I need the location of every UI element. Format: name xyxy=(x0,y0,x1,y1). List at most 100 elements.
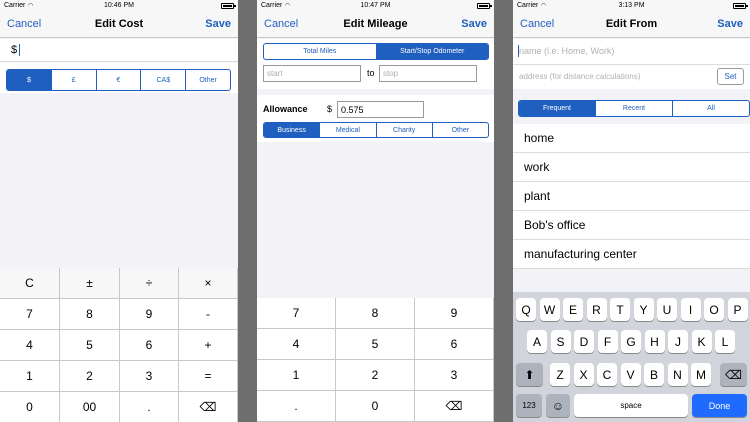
key-s[interactable]: S xyxy=(550,330,571,353)
save-button[interactable]: Save xyxy=(717,18,743,30)
key-o[interactable]: O xyxy=(704,298,724,321)
done-button[interactable]: Done xyxy=(692,394,747,417)
emoji-key[interactable]: ☺ xyxy=(546,394,570,417)
set-button[interactable]: Set xyxy=(717,68,744,85)
keypad-key[interactable]: . xyxy=(120,392,179,422)
space-bar[interactable]: space xyxy=(574,394,688,417)
currency-option[interactable]: $ xyxy=(7,70,52,90)
key-v[interactable]: V xyxy=(620,363,641,386)
currency-option[interactable]: € xyxy=(97,70,142,90)
delete-key[interactable]: ⌫ xyxy=(720,363,747,386)
tab-charity[interactable]: Charity xyxy=(377,123,433,137)
start-field[interactable]: start xyxy=(263,65,361,82)
keypad-key[interactable]: C xyxy=(0,268,60,299)
tab-start-stop-odometer[interactable]: Start/Stop Odometer xyxy=(376,44,488,59)
key-u[interactable]: U xyxy=(657,298,677,321)
key-k[interactable]: K xyxy=(691,330,712,353)
save-button[interactable]: Save xyxy=(461,18,487,30)
key-y[interactable]: Y xyxy=(633,298,654,321)
key-r[interactable]: R xyxy=(586,298,607,321)
key-z[interactable]: Z xyxy=(550,363,570,386)
location-item[interactable]: plant xyxy=(513,182,750,211)
battery-icon xyxy=(477,3,492,9)
keypad-key[interactable]: 0 xyxy=(0,392,60,422)
key-n[interactable]: N xyxy=(667,363,688,386)
keypad-key[interactable]: 9 xyxy=(120,299,179,330)
key-g[interactable]: G xyxy=(621,330,641,353)
keypad-key[interactable]: 4 xyxy=(257,329,336,360)
keypad-key[interactable]: 5 xyxy=(60,330,120,361)
keypad-key[interactable]: 9 xyxy=(415,298,494,329)
page-title: Edit From xyxy=(605,18,658,30)
keypad-key[interactable]: ± xyxy=(60,268,120,299)
keypad-key[interactable]: 3 xyxy=(120,361,179,392)
tab-other[interactable]: Other xyxy=(433,123,488,137)
keypad-key[interactable]: ÷ xyxy=(120,268,179,299)
currency-option[interactable]: Other xyxy=(186,70,230,90)
keypad-key[interactable]: + xyxy=(179,330,238,361)
numeric-keypad: 7 8 9 4 5 6 1 2 3. 0 ⌫ xyxy=(257,298,494,422)
keypad-key[interactable]: × xyxy=(179,268,238,299)
key-q[interactable]: Q xyxy=(516,298,536,321)
numbers-key[interactable]: 123 xyxy=(516,394,542,417)
tab-frequent[interactable]: Frequent xyxy=(519,101,596,116)
keypad-key[interactable]: 8 xyxy=(60,299,120,330)
key-c[interactable]: C xyxy=(597,363,617,386)
keypad-key[interactable]: - xyxy=(179,299,238,330)
shift-key[interactable]: ⬆ xyxy=(516,363,543,386)
key-m[interactable]: M xyxy=(691,363,711,386)
key-f[interactable]: F xyxy=(597,330,618,353)
location-item[interactable]: work xyxy=(513,153,750,182)
calculator-keypad: C ± ÷ × 7 8 9- 4 5 6 +1 2 3 = 0 00. ⌫ xyxy=(0,268,238,422)
address-field[interactable]: address (for distance calculations) xyxy=(519,72,640,81)
keypad-key[interactable]: 2 xyxy=(60,361,120,392)
tab-recent[interactable]: Recent xyxy=(596,101,673,116)
keypad-key[interactable]: 8 xyxy=(336,298,415,329)
keypad-key[interactable]: 3 xyxy=(415,360,494,391)
keypad-key[interactable]: 0 xyxy=(336,391,415,422)
keypad-key[interactable]: ⌫ xyxy=(179,392,238,422)
key-w[interactable]: W xyxy=(539,298,560,321)
key-t[interactable]: T xyxy=(610,298,630,321)
key-j[interactable]: J xyxy=(668,330,688,353)
currency-option[interactable]: £ xyxy=(52,70,97,90)
tab-medical[interactable]: Medical xyxy=(320,123,377,137)
currency-option[interactable]: CA$ xyxy=(141,70,187,90)
keypad-key[interactable]: 1 xyxy=(257,360,336,391)
key-h[interactable]: H xyxy=(644,330,665,353)
location-item[interactable]: manufacturing center xyxy=(513,240,750,269)
cost-input[interactable]: $ xyxy=(11,44,17,56)
keypad-key[interactable]: 2 xyxy=(336,360,415,391)
location-item[interactable]: Bob's office xyxy=(513,211,750,240)
keypad-key[interactable]: 7 xyxy=(0,299,60,330)
keypad-key[interactable]: 6 xyxy=(120,330,179,361)
allowance-field[interactable]: 0.575 xyxy=(337,101,424,118)
tab-total-miles[interactable]: Total Miles xyxy=(264,44,377,59)
save-button[interactable]: Save xyxy=(205,18,231,30)
tab-business[interactable]: Business xyxy=(264,123,321,137)
key-x[interactable]: X xyxy=(573,363,594,386)
keypad-key[interactable]: = xyxy=(179,361,238,392)
keypad-key[interactable]: . xyxy=(257,391,336,422)
stop-field[interactable]: stop xyxy=(379,65,477,82)
keypad-key[interactable]: 5 xyxy=(336,329,415,360)
keypad-key[interactable]: 6 xyxy=(415,329,494,360)
keypad-key[interactable]: 7 xyxy=(257,298,336,329)
cost-input-row[interactable]: $ xyxy=(0,39,238,62)
key-d[interactable]: D xyxy=(574,330,594,353)
keypad-key[interactable]: 1 xyxy=(0,361,60,392)
key-l[interactable]: L xyxy=(715,330,735,353)
name-field[interactable]: name (i.e. Home, Work) xyxy=(519,46,614,56)
keypad-key[interactable]: ⌫ xyxy=(415,391,494,422)
keypad-key[interactable]: 00 xyxy=(60,392,120,422)
mileage-mode-selector: Total Miles Start/Stop Odometer xyxy=(263,43,489,60)
key-i[interactable]: I xyxy=(680,298,701,321)
key-e[interactable]: E xyxy=(563,298,583,321)
location-item[interactable]: home xyxy=(513,124,750,153)
tab-all[interactable]: All xyxy=(673,101,749,116)
key-b[interactable]: B xyxy=(644,363,664,386)
key-p[interactable]: P xyxy=(727,298,748,321)
keypad-key[interactable]: 4 xyxy=(0,330,60,361)
key-a[interactable]: A xyxy=(527,330,547,353)
name-row[interactable]: name (i.e. Home, Work) xyxy=(513,39,750,65)
